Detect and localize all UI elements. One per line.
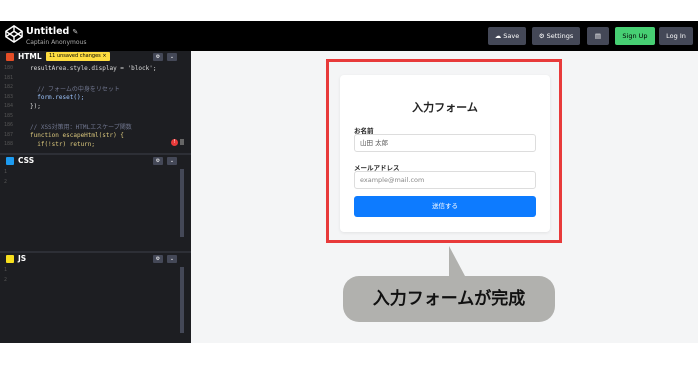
edit-pencil-icon[interactable]: ✎	[72, 28, 78, 36]
code-line: 188 if(!str) return;	[0, 141, 191, 151]
css-panel-label: CSS	[18, 156, 35, 165]
pen-title[interactable]: Untitled ✎	[26, 26, 78, 37]
js-code-editor[interactable]: 1 2	[0, 267, 191, 343]
line-number: 180	[4, 65, 14, 71]
code-text: form.reset();	[30, 93, 85, 101]
js-panel-label: JS	[18, 254, 27, 263]
html-icon	[6, 53, 14, 61]
code-line: 2	[0, 277, 191, 287]
completion-callout: 入力フォームが完成	[343, 276, 555, 322]
pen-author[interactable]: Captain Anonymous	[26, 39, 86, 46]
line-number: 185	[4, 112, 14, 119]
code-line: 183 form.reset();	[0, 94, 191, 104]
callout-pointer	[449, 246, 465, 276]
save-button[interactable]: ☁ Save	[488, 27, 526, 45]
email-input[interactable]: example@mail.com	[354, 171, 536, 189]
css-scrollbar[interactable]	[180, 169, 184, 237]
js-collapse-chevron-icon[interactable]: ⌄	[167, 255, 177, 263]
js-icon	[6, 255, 14, 263]
html-panel-header: HTML 11 unsaved changes × ⚙ ⌄	[0, 51, 191, 65]
editor-column: HTML 11 unsaved changes × ⚙ ⌄ 180 resultA…	[0, 51, 191, 343]
form-card: 入力フォーム お名前 山田 太郎 メールアドレス example@mail.co…	[340, 75, 550, 232]
codepen-logo-icon[interactable]	[5, 25, 23, 43]
line-number: 2	[4, 276, 8, 283]
code-line: 181	[0, 75, 191, 85]
pen-title-text[interactable]: Untitled	[26, 26, 69, 37]
layout-icon: ▤	[594, 32, 602, 40]
settings-button-label: Settings	[546, 32, 574, 40]
form-title: 入力フォーム	[412, 101, 478, 114]
code-text: if(!str) return;	[30, 141, 96, 148]
name-input[interactable]: 山田 太郎	[354, 134, 536, 152]
line-number: 187	[4, 131, 14, 138]
code-line: 180 resultArea.style.display = 'block';	[0, 65, 191, 75]
code-text: function escapeHtml(str) {	[30, 131, 124, 139]
line-number: 181	[4, 74, 14, 81]
signup-button[interactable]: Sign Up	[615, 27, 655, 45]
unsaved-changes-badge[interactable]: 11 unsaved changes ×	[46, 52, 110, 61]
css-collapse-chevron-icon[interactable]: ⌄	[167, 157, 177, 165]
code-line: 187 function escapeHtml(str) {	[0, 132, 191, 142]
settings-button[interactable]: ⚙ Settings	[532, 27, 580, 45]
js-scrollbar[interactable]	[180, 267, 184, 333]
layout-button[interactable]: ▤	[587, 27, 609, 45]
js-panel-header: JS ⚙ ⌄	[0, 253, 191, 267]
css-code-editor[interactable]: 1 2	[0, 169, 191, 251]
line-number: 1	[4, 267, 8, 273]
code-text: resultArea.style.display = 'block';	[30, 65, 157, 72]
line-number: 184	[4, 103, 14, 109]
css-settings-icon[interactable]: ⚙	[153, 157, 163, 165]
html-code-editor[interactable]: 180 resultArea.style.display = 'block'; 1…	[0, 65, 191, 153]
html-collapse-chevron-icon[interactable]: ⌄	[167, 53, 177, 61]
code-line: 186 // XSS対策用：HTMLエスケープ関数	[0, 122, 191, 132]
line-number: 183	[4, 93, 14, 100]
code-line: 1	[0, 267, 191, 277]
line-number: 182	[4, 84, 14, 90]
login-button[interactable]: Log In	[659, 27, 693, 45]
cloud-icon: ☁	[494, 32, 502, 40]
top-bar: Untitled ✎ Captain Anonymous ☁ Save ⚙ Set…	[0, 21, 698, 51]
css-icon	[6, 157, 14, 165]
css-panel-header: CSS ⚙ ⌄	[0, 155, 191, 169]
gear-icon: ⚙	[538, 32, 545, 40]
code-text: // XSS対策用：HTMLエスケープ関数	[30, 124, 132, 131]
line-number: 2	[4, 178, 8, 185]
line-number: 188	[4, 141, 14, 147]
scroll-thumb[interactable]	[180, 139, 184, 145]
code-line: 182 // フォームの中身をリセット	[0, 84, 191, 94]
line-number: 186	[4, 122, 14, 128]
submit-button[interactable]: 送信する	[354, 196, 536, 217]
codepen-window: Untitled ✎ Captain Anonymous ☁ Save ⚙ Set…	[0, 21, 698, 343]
js-settings-icon[interactable]: ⚙	[153, 255, 163, 263]
code-line: 184});	[0, 103, 191, 113]
preview-pane: 入力フォーム お名前 山田 太郎 メールアドレス example@mail.co…	[191, 51, 698, 343]
code-line: 2	[0, 179, 191, 189]
code-text: // フォームの中身をリセット	[30, 86, 120, 93]
error-icon[interactable]: !	[171, 139, 178, 146]
code-line: 185	[0, 113, 191, 123]
code-text: });	[30, 103, 41, 110]
save-button-label: Save	[503, 32, 520, 40]
html-panel-label: HTML	[18, 52, 42, 61]
html-settings-icon[interactable]: ⚙	[153, 53, 163, 61]
code-line: 1	[0, 169, 191, 179]
line-number: 1	[4, 169, 8, 175]
